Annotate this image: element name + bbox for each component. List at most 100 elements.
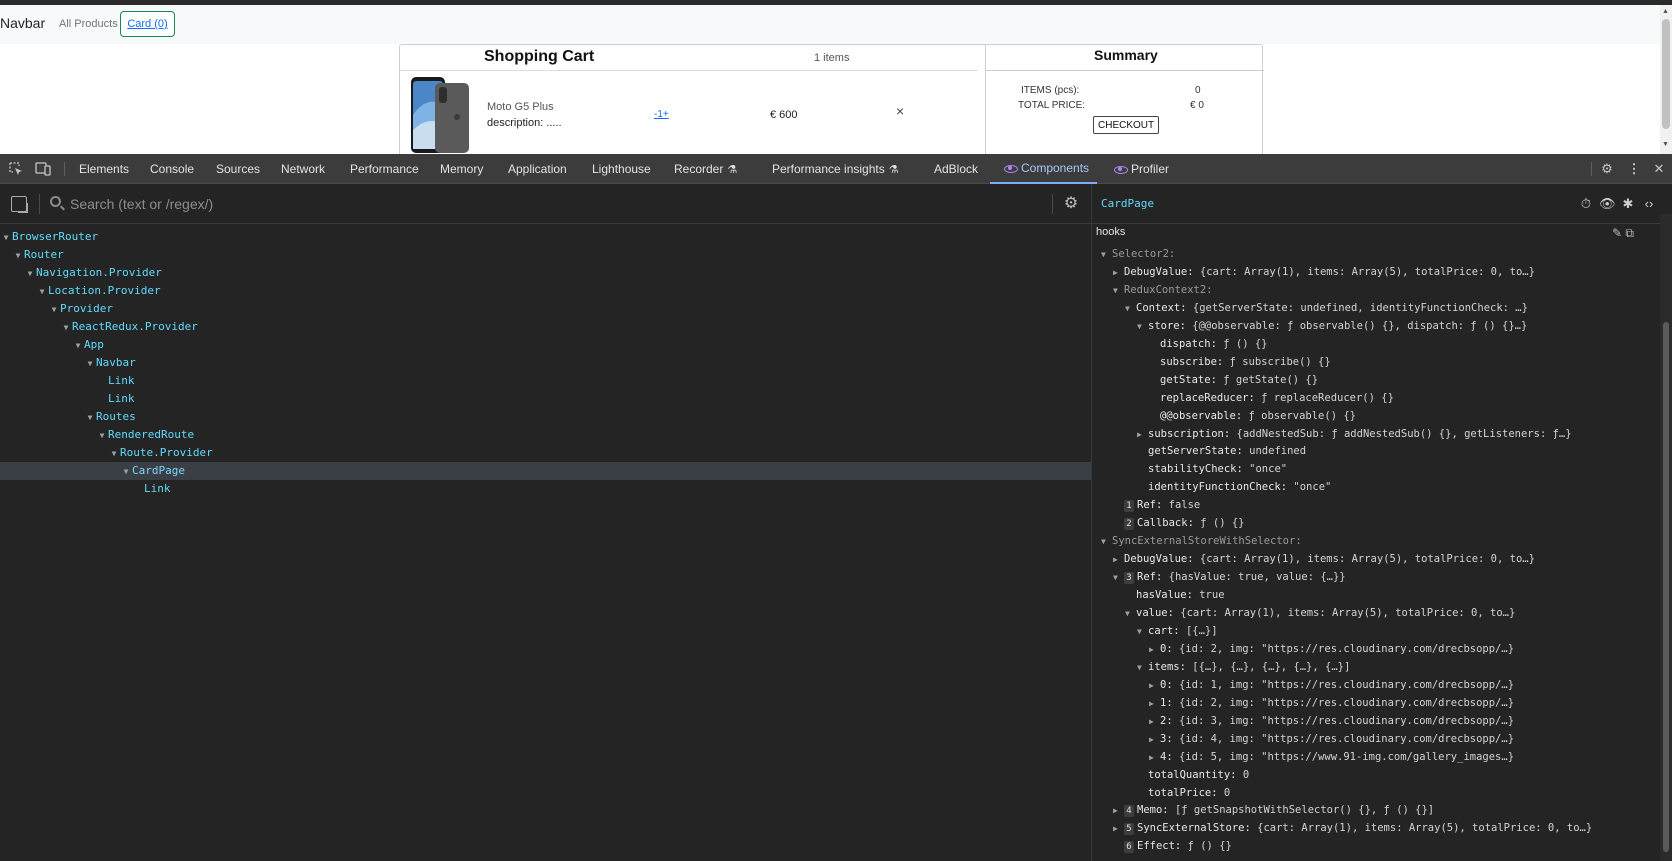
tab-lighthouse[interactable]: Lighthouse [592, 154, 651, 184]
hook-prop-row[interactable]: ▶ 1: {id: 2, img: "https://res.cloudinary… [1149, 694, 1514, 712]
expand-caret-icon[interactable]: ▼ [96, 427, 108, 445]
tree-row[interactable]: ▼ Router [0, 246, 1091, 264]
hooks-edit-icon[interactable]: ✎ ⧉ [1612, 226, 1634, 241]
collapse-caret-icon[interactable]: ▼ [1137, 623, 1148, 641]
hook-prop-row[interactable]: ▼ Context: {getServerState: undefined, id… [1125, 299, 1528, 317]
tree-row[interactable]: ▼ Provider [0, 300, 1091, 318]
remove-item-icon[interactable]: × [896, 103, 904, 119]
hook-prop-row[interactable]: ▼ items: [{…}, {…}, {…}, {…}, {…}] [1137, 658, 1350, 676]
hook-prop-row[interactable]: ▶ 0: {id: 1, img: "https://res.cloudinary… [1149, 676, 1514, 694]
expand-caret-icon[interactable]: ▶ [1149, 677, 1160, 695]
tab-application[interactable]: Application [508, 154, 567, 184]
search-input[interactable] [70, 193, 970, 215]
hook-prop-row[interactable]: ▼ Selector2: [1101, 245, 1175, 263]
collapse-caret-icon[interactable]: ▼ [1125, 605, 1136, 623]
tree-row[interactable]: ▼ App [0, 336, 1091, 354]
hook-prop-row[interactable]: ▼ value: {cart: Array(1), items: Array(5)… [1125, 604, 1515, 622]
hook-prop-row[interactable]: ▶ subscription: {addNestedSub: ƒ addNeste… [1137, 425, 1572, 443]
hook-prop-row[interactable]: ▶ 0: {id: 2, img: "https://res.cloudinary… [1149, 640, 1514, 658]
close-devtools-icon[interactable]: ✕ [1650, 160, 1668, 178]
expand-caret-icon[interactable]: ▼ [120, 463, 132, 481]
expand-caret-icon[interactable]: ▶ [1149, 695, 1160, 713]
tab-console[interactable]: Console [150, 154, 194, 184]
tab-elements[interactable]: Elements [79, 154, 129, 184]
tree-row[interactable]: ▼ CardPage [0, 462, 1091, 480]
bug-icon[interactable]: ✱ [1620, 196, 1636, 212]
navbar-brand[interactable]: Navbar [0, 15, 45, 31]
tree-row[interactable]: ▼ Routes [0, 408, 1091, 426]
stopwatch-icon[interactable]: ⏱ [1578, 196, 1594, 212]
tab-memory[interactable]: Memory [440, 154, 483, 184]
hook-prop-row[interactable]: ▼ cart: [{…}] [1137, 622, 1218, 640]
expand-caret-icon[interactable]: ▶ [1149, 641, 1160, 659]
tree-row[interactable]: ▼ Location.Provider [0, 282, 1091, 300]
nav-card-button[interactable]: Card (0) [120, 11, 175, 37]
expand-caret-icon[interactable]: ▼ [72, 337, 84, 355]
device-toolbar-icon[interactable] [34, 160, 52, 178]
eye-icon[interactable]: 👁 [1599, 196, 1616, 212]
hook-prop-row[interactable]: ▶ DebugValue: {cart: Array(1), items: Arr… [1113, 263, 1535, 281]
collapse-caret-icon[interactable]: ▼ [1113, 569, 1124, 587]
tab-performance-insights[interactable]: Performance insights ⚗ [772, 154, 899, 184]
props-scroll-thumb[interactable] [1663, 322, 1669, 852]
hook-prop-row[interactable]: ▶ 3: {id: 4, img: "https://res.cloudinary… [1149, 730, 1514, 748]
expand-caret-icon[interactable]: ▼ [84, 355, 96, 373]
expand-caret-icon[interactable]: ▶ [1113, 820, 1124, 838]
tree-settings-gear-icon[interactable]: ⚙ [1062, 195, 1080, 213]
tab-profiler[interactable]: Profiler [1114, 154, 1169, 184]
quantity-stepper[interactable]: -1+ [654, 109, 669, 120]
hook-prop-row[interactable]: ▼ 3 Ref: {hasValue: true, value: {…}} [1113, 568, 1346, 586]
hook-prop-row[interactable]: ▶ 2: {id: 3, img: "https://res.cloudinary… [1149, 712, 1514, 730]
expand-caret-icon[interactable]: ▶ [1149, 749, 1160, 767]
expand-caret-icon[interactable]: ▼ [12, 247, 24, 265]
expand-caret-icon[interactable]: ▼ [36, 283, 48, 301]
scroll-up-icon[interactable]: ▲ [1662, 8, 1669, 15]
collapse-caret-icon[interactable]: ▼ [1101, 533, 1112, 551]
expand-caret-icon[interactable]: ▶ [1113, 264, 1124, 282]
expand-caret-icon[interactable]: ▶ [1137, 426, 1148, 444]
hook-prop-row[interactable]: ▶ 5 SyncExternalStore: {cart: Array(1), it… [1113, 819, 1592, 837]
collapse-caret-icon[interactable]: ▼ [1125, 300, 1136, 318]
scroll-down-icon[interactable]: ▼ [1662, 141, 1669, 148]
page-scroll-thumb[interactable] [1662, 19, 1670, 129]
nav-link-all-products[interactable]: All Products [59, 18, 118, 30]
expand-caret-icon[interactable]: ▼ [60, 319, 72, 337]
tab-network[interactable]: Network [281, 154, 325, 184]
expand-caret-icon[interactable]: ▼ [108, 445, 120, 463]
hook-prop-row[interactable]: ▼ ReduxContext2: [1113, 281, 1213, 299]
tab-components[interactable]: Components [990, 154, 1098, 184]
tree-row[interactable]: Link [0, 372, 1091, 390]
expand-caret-icon[interactable]: ▶ [1113, 802, 1124, 820]
hook-prop-row[interactable]: ▶ 4 Memo: [ƒ getSnapshotWithSelector() {},… [1113, 801, 1434, 819]
expand-caret-icon[interactable]: ▼ [24, 265, 36, 283]
tree-row[interactable]: ▼ RenderedRoute [0, 426, 1091, 444]
expand-caret-icon[interactable]: ▼ [0, 229, 12, 247]
hook-prop-row[interactable]: ▶ DebugValue: {cart: Array(1), items: Arr… [1113, 550, 1535, 568]
expand-caret-icon[interactable]: ▼ [84, 409, 96, 427]
collapse-caret-icon[interactable]: ▼ [1113, 282, 1124, 300]
props-scrollbar[interactable] [1660, 214, 1672, 861]
hook-prop-row[interactable]: ▼ store: {@@observable: ƒ observable() {}… [1137, 317, 1527, 335]
expand-caret-icon[interactable]: ▶ [1149, 731, 1160, 749]
select-component-icon[interactable] [11, 196, 27, 212]
tab-performance[interactable]: Performance [350, 154, 419, 184]
tab-sources[interactable]: Sources [216, 154, 260, 184]
expand-caret-icon[interactable]: ▶ [1113, 551, 1124, 569]
inspect-element-icon[interactable] [7, 160, 25, 178]
collapse-caret-icon[interactable]: ▼ [1101, 246, 1112, 264]
checkout-button[interactable]: CHECKOUT [1093, 116, 1160, 134]
hook-prop-row[interactable]: ▼ SyncExternalStoreWithSelector: [1101, 532, 1302, 550]
tree-row[interactable]: ▼ ReactRedux.Provider [0, 318, 1091, 336]
tab-recorder[interactable]: Recorder ⚗ [674, 154, 737, 184]
collapse-caret-icon[interactable]: ▼ [1137, 659, 1148, 677]
tree-row[interactable]: ▼ Navigation.Provider [0, 264, 1091, 282]
settings-gear-icon[interactable]: ⚙ [1598, 160, 1616, 178]
more-options-icon[interactable]: ⋮ [1625, 160, 1643, 178]
tab-adblock[interactable]: AdBlock [934, 154, 978, 184]
tree-row[interactable]: Link [0, 390, 1091, 408]
expand-caret-icon[interactable]: ▶ [1149, 713, 1160, 731]
hook-prop-row[interactable]: ▶ 4: {id: 5, img: "https://www.91-img.com… [1149, 748, 1514, 766]
tree-row[interactable]: ▼ Navbar [0, 354, 1091, 372]
collapse-caret-icon[interactable]: ▼ [1137, 318, 1148, 336]
tree-row[interactable]: Link [0, 480, 1091, 498]
